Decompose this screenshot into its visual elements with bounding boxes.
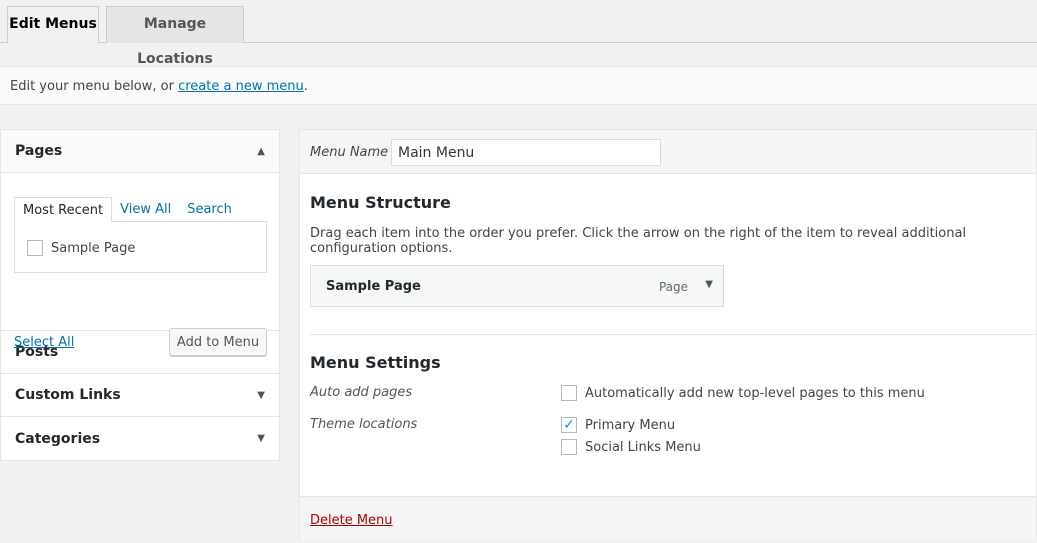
auto-add-option-label: Automatically add new top-level pages to… <box>585 385 925 401</box>
menu-name-label: Menu Name <box>310 145 389 160</box>
primary-menu-row: ✓ Primary Menu <box>561 417 675 433</box>
page-item-sample: Sample Page <box>27 240 135 256</box>
accordion-pages-title: Pages <box>15 143 63 159</box>
delete-menu-link[interactable]: Delete Menu <box>310 513 393 528</box>
accordion-custom-links-header[interactable]: Custom Links ▼ <box>1 374 279 417</box>
menu-editor-panel: Menu Name Menu Structure Drag each item … <box>299 129 1037 540</box>
pages-tabs: Most Recent View All Search <box>14 197 240 222</box>
arrow-down-icon: ▼ <box>257 433 265 444</box>
sample-page-label: Sample Page <box>51 240 136 256</box>
menu-item-sample-page[interactable]: Sample Page Page ▼ <box>310 265 724 307</box>
social-links-menu-label: Social Links Menu <box>585 439 701 455</box>
accordion-categories-title: Categories <box>15 430 101 447</box>
chevron-down-icon[interactable]: ▼ <box>705 279 713 290</box>
accordion-pages-header[interactable]: Pages ▲ <box>1 130 279 173</box>
menu-structure-description: Drag each item into the order you prefer… <box>310 226 967 256</box>
accordion-pages-body: Most Recent View All Search Sample Page … <box>1 173 279 356</box>
add-to-menu-button[interactable]: Add to Menu <box>169 328 267 356</box>
notice-suffix: . <box>303 79 308 94</box>
auto-add-row: Automatically add new top-level pages to… <box>561 385 925 401</box>
menu-editor-header: Menu Name <box>300 130 1036 174</box>
menu-structure-title: Menu Structure <box>310 193 451 212</box>
tab-search[interactable]: Search <box>179 197 240 222</box>
arrow-down-icon: ▼ <box>257 389 265 401</box>
menu-settings-title: Menu Settings <box>310 353 441 372</box>
nav-tabs: Edit Menus Manage Locations <box>0 0 1037 67</box>
select-all-link[interactable]: Select All <box>14 335 74 350</box>
checkmark-icon: ✓ <box>563 417 575 433</box>
menu-name-input[interactable] <box>391 139 661 166</box>
sample-page-checkbox[interactable] <box>27 240 43 256</box>
notice-text: Edit your menu below, or <box>10 79 179 94</box>
menu-item-title: Sample Page <box>326 279 421 294</box>
create-new-menu-link[interactable]: create a new menu <box>178 79 304 94</box>
notice-bar: Edit your menu below, or create a new me… <box>0 66 1037 105</box>
menu-item-type: Page <box>658 280 688 294</box>
social-links-menu-row: Social Links Menu <box>561 439 701 455</box>
pages-list-panel: Sample Page <box>14 221 267 273</box>
accordion-custom-links-title: Custom Links <box>15 387 121 403</box>
section-divider <box>310 334 1037 335</box>
primary-menu-checkbox[interactable]: ✓ <box>561 417 577 433</box>
tab-view-all[interactable]: View All <box>112 197 179 222</box>
tab-most-recent[interactable]: Most Recent <box>14 197 113 222</box>
primary-menu-label: Primary Menu <box>585 417 676 433</box>
theme-locations-label: Theme locations <box>310 417 418 432</box>
add-menu-items-accordion: Pages ▲ Most Recent View All Search Samp… <box>0 129 280 461</box>
menu-editor-footer: Delete Menu <box>300 496 1036 540</box>
auto-add-checkbox[interactable] <box>561 385 577 401</box>
tab-manage-locations[interactable]: Manage Locations <box>106 6 244 67</box>
auto-add-pages-label: Auto add pages <box>310 385 413 400</box>
accordion-categories-header[interactable]: Categories ▼ <box>1 417 279 460</box>
tab-edit-menus[interactable]: Edit Menus <box>7 6 99 44</box>
arrow-up-icon: ▲ <box>257 145 265 157</box>
social-links-menu-checkbox[interactable] <box>561 439 577 455</box>
